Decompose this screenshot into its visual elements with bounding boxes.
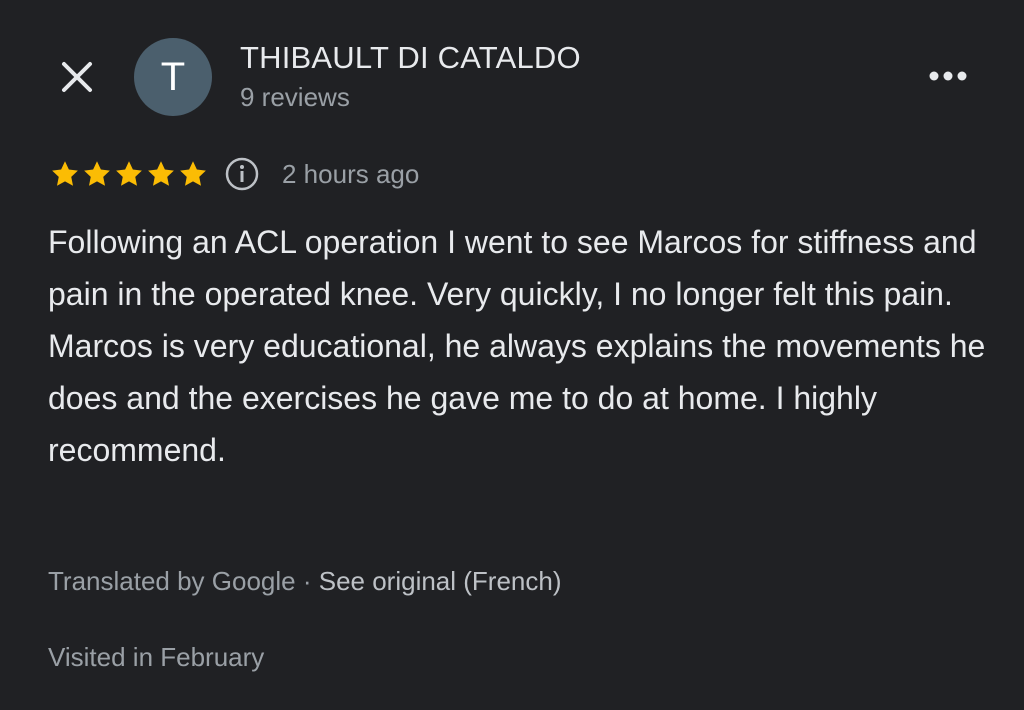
review-text: Following an ACL operation I went to see… xyxy=(48,224,986,468)
star-icon xyxy=(116,161,142,186)
avatar[interactable]: T xyxy=(134,38,212,116)
see-original-link[interactable]: See original (French) xyxy=(319,566,562,596)
translation-info: Translated by Google · See original (Fre… xyxy=(48,566,562,597)
more-dots-icon xyxy=(929,71,967,81)
close-button[interactable] xyxy=(52,52,102,102)
more-options-button[interactable] xyxy=(920,56,976,96)
review-time: 2 hours ago xyxy=(282,158,420,189)
info-icon[interactable] xyxy=(224,156,260,192)
star-icon xyxy=(84,161,110,186)
star-rating xyxy=(50,159,210,189)
rating-row: 2 hours ago xyxy=(50,154,419,194)
avatar-initial: T xyxy=(160,54,186,99)
visited-date: Visited in February xyxy=(48,642,265,672)
separator: · xyxy=(295,566,319,596)
close-icon xyxy=(62,62,92,92)
translated-by-label: Translated by Google xyxy=(48,566,296,596)
star-icon xyxy=(180,161,206,186)
star-icon xyxy=(148,161,174,186)
star-icon xyxy=(52,161,78,186)
author-name[interactable]: THIBAULT DI CATALDO xyxy=(240,40,581,76)
review-count: 9 reviews xyxy=(240,82,350,112)
